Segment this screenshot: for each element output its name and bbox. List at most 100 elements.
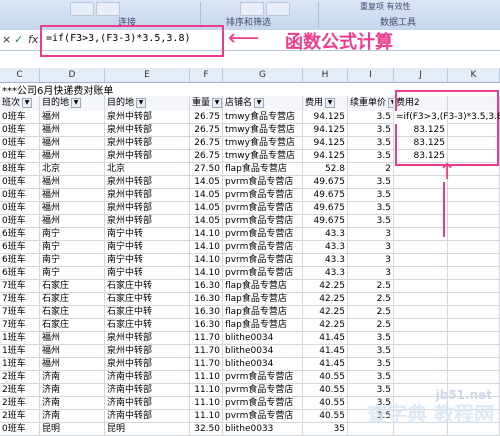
cell-g[interactable]: pvrm食品专营店 <box>223 371 303 384</box>
cell-g[interactable]: pvrm食品专营店 <box>223 397 303 410</box>
cell-c[interactable]: 0班车 <box>0 215 40 228</box>
cell-f[interactable]: 14.05 <box>190 215 223 228</box>
cell-c[interactable]: 1班车 <box>0 332 40 345</box>
cell-c[interactable]: 0班车 <box>0 423 40 436</box>
cell-j[interactable] <box>394 306 448 319</box>
cell-f[interactable]: 16.30 <box>190 293 223 306</box>
column-header[interactable]: H <box>303 68 348 82</box>
cell-e[interactable]: 泉州中转部 <box>105 137 190 150</box>
cell-k[interactable] <box>448 267 500 280</box>
header-cell[interactable]: 续重单价▼ <box>348 96 394 111</box>
cell-f[interactable]: 11.70 <box>190 358 223 371</box>
cell-i[interactable]: 3 <box>348 267 394 280</box>
cell-f[interactable]: 14.05 <box>190 189 223 202</box>
header-cell[interactable]: 目的地 ▼ <box>40 96 105 111</box>
filter-dropdown-icon[interactable]: ▼ <box>136 97 147 108</box>
header-cell[interactable]: 目的地 ▼ <box>105 96 190 111</box>
cell-i[interactable]: 3.5 <box>348 202 394 215</box>
cell-d[interactable]: 石家庄 <box>40 280 105 293</box>
cell-e[interactable]: 昆明 <box>105 423 190 436</box>
cell-k[interactable] <box>448 189 500 202</box>
cell-i[interactable]: 3.5 <box>348 358 394 371</box>
cell-g[interactable]: blithe0034 <box>223 345 303 358</box>
cell-h[interactable]: 40.55 <box>303 397 348 410</box>
cell-h[interactable]: 40.55 <box>303 410 348 423</box>
header-cell[interactable]: 重量 ▼ <box>190 96 223 111</box>
cell-f[interactable]: 14.10 <box>190 228 223 241</box>
cell-d[interactable]: 福州 <box>40 345 105 358</box>
cell-i[interactable]: 3 <box>348 254 394 267</box>
cell-f[interactable]: 14.05 <box>190 176 223 189</box>
cell-e[interactable]: 泉州中转部 <box>105 176 190 189</box>
cell-i[interactable]: 2.5 <box>348 293 394 306</box>
cell-j[interactable] <box>394 280 448 293</box>
cell-i[interactable]: 3.5 <box>348 150 394 163</box>
cell-e[interactable]: 泉州中转部 <box>105 202 190 215</box>
cell-c[interactable]: 7班车 <box>0 306 40 319</box>
cell-j[interactable] <box>394 293 448 306</box>
cell-c[interactable]: 0班车 <box>0 189 40 202</box>
fx-icon[interactable]: fx <box>28 33 38 46</box>
cell-c[interactable]: 2班车 <box>0 371 40 384</box>
cell-f[interactable]: 26.75 <box>190 137 223 150</box>
cell-e[interactable]: 泉州中转部 <box>105 358 190 371</box>
cell-g[interactable]: flap食品专营店 <box>223 280 303 293</box>
cell-c[interactable]: 6班车 <box>0 241 40 254</box>
filter-button[interactable] <box>266 2 290 16</box>
cell-j[interactable] <box>394 267 448 280</box>
cell-g[interactable]: flap食品专营店 <box>223 306 303 319</box>
cell-k[interactable] <box>448 332 500 345</box>
cell-d[interactable]: 济南 <box>40 397 105 410</box>
filter-dropdown-icon[interactable]: ▼ <box>254 97 265 108</box>
column-header[interactable]: I <box>348 68 394 82</box>
cell-g[interactable]: tmwy食品专营店 <box>223 150 303 163</box>
cell-j[interactable] <box>394 345 448 358</box>
cell-e[interactable]: 南宁中转 <box>105 254 190 267</box>
cell-g[interactable]: pvrm食品专营店 <box>223 267 303 280</box>
cell-i[interactable]: 2 <box>348 163 394 176</box>
cell-h[interactable]: 43.3 <box>303 228 348 241</box>
cell-d[interactable]: 南宁 <box>40 241 105 254</box>
cell-d[interactable]: 济南 <box>40 371 105 384</box>
cell-c[interactable]: 0班车 <box>0 176 40 189</box>
cell-h[interactable]: 43.3 <box>303 254 348 267</box>
cell-i[interactable]: 3.5 <box>348 137 394 150</box>
cell-k[interactable] <box>448 358 500 371</box>
cell-h[interactable]: 40.55 <box>303 371 348 384</box>
cell-d[interactable]: 福州 <box>40 189 105 202</box>
cell-c[interactable]: 0班车 <box>0 124 40 137</box>
cell-h[interactable]: 49.675 <box>303 215 348 228</box>
cell-e[interactable]: 济南中转部 <box>105 384 190 397</box>
cell-i[interactable]: 3.5 <box>348 371 394 384</box>
cell-e[interactable]: 石家庄中转 <box>105 306 190 319</box>
cell-e[interactable]: 泉州中转部 <box>105 332 190 345</box>
header-cell[interactable]: 店铺名 ▼ <box>223 96 303 111</box>
header-cell[interactable]: 费用 ▼ <box>303 96 348 111</box>
cell-c[interactable]: 7班车 <box>0 293 40 306</box>
cell-f[interactable]: 14.10 <box>190 267 223 280</box>
cell-i[interactable]: 3.5 <box>348 111 394 124</box>
cell-e[interactable]: 泉州中转部 <box>105 189 190 202</box>
cell-e[interactable]: 泉州中转部 <box>105 215 190 228</box>
sort-button[interactable] <box>240 2 264 16</box>
cell-c[interactable]: 0班车 <box>0 111 40 124</box>
cell-h[interactable]: 41.45 <box>303 345 348 358</box>
cell-c[interactable]: 8班车 <box>0 163 40 176</box>
cell-g[interactable]: pvrm食品专营店 <box>223 215 303 228</box>
cell-j[interactable] <box>394 189 448 202</box>
cell-i[interactable]: 3 <box>348 241 394 254</box>
cell-j[interactable] <box>394 332 448 345</box>
cell-k[interactable] <box>448 293 500 306</box>
cell-i[interactable]: 3.5 <box>348 332 394 345</box>
cell-f[interactable]: 16.30 <box>190 280 223 293</box>
cell-h[interactable]: 42.25 <box>303 319 348 332</box>
cell-f[interactable]: 16.30 <box>190 306 223 319</box>
cell-f[interactable]: 32.50 <box>190 423 223 436</box>
cell-f[interactable]: 11.10 <box>190 397 223 410</box>
ribbon-button[interactable] <box>96 2 120 16</box>
cell-f[interactable]: 11.70 <box>190 345 223 358</box>
cell-h[interactable]: 43.3 <box>303 241 348 254</box>
cell-d[interactable]: 济南 <box>40 384 105 397</box>
column-header[interactable]: F <box>190 68 223 82</box>
cell-g[interactable]: pvrm食品专营店 <box>223 254 303 267</box>
